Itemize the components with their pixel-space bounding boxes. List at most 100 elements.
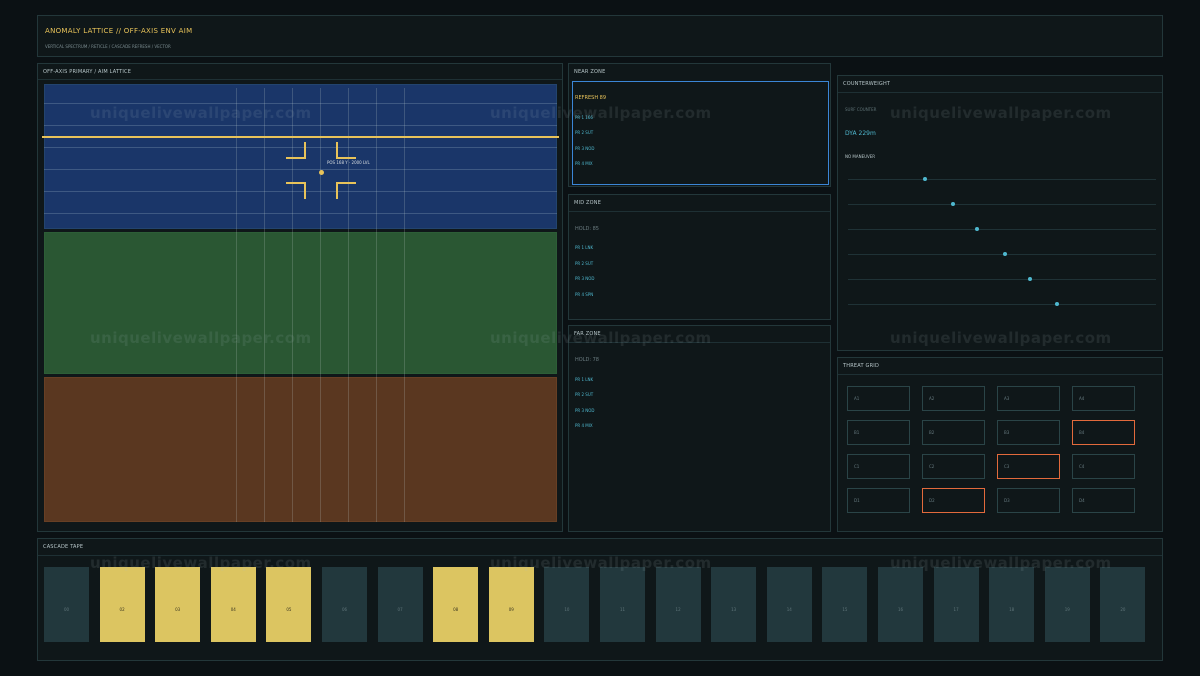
threat-cell[interactable]: C4 [1072,454,1135,479]
list-item[interactable]: PR 1 166 [575,115,593,120]
list-item[interactable]: PR 2 SUT [575,130,593,135]
threat-cell[interactable]: B2 [922,420,985,445]
threat-cell-label: B1 [854,430,860,435]
threat-cell[interactable]: C2 [922,454,985,479]
cascade-tile[interactable]: 19 [1044,567,1090,642]
counterweight-label: SURF COUNTER [845,107,877,112]
cascade-tile-label: 10 [564,607,570,612]
panel-title: OFF-AXIS PRIMARY / AIM LATTICE [43,69,132,75]
list-item[interactable]: PR 4 SPN [575,292,593,297]
threat-cell[interactable]: A4 [1072,386,1135,411]
cascade-tile-label: 09 [508,607,514,612]
threat-cell-label: C4 [1079,464,1085,469]
panel-title: MID ZONE [574,200,602,206]
reticle-center-dot[interactable] [319,170,324,175]
grid-line-v [320,88,321,522]
cascade-tile-label: 17 [953,607,959,612]
near-zone-panel: NEAR ZONE REFRESH 89 PR 1 166 PR 2 SUT P… [568,63,831,187]
list-item[interactable]: PR 3 NOD [575,408,595,413]
cascade-tile[interactable]: 06 [322,567,367,642]
reticle-corner-br [336,182,356,199]
threat-cell[interactable]: D2 [922,488,985,513]
threat-cell[interactable]: B3 [997,420,1060,445]
cascade-tile-label: 06 [341,607,348,612]
cascade-tile[interactable]: 18 [989,567,1035,642]
grid-line-h [44,169,557,170]
cascade-tile-label: 19 [1064,607,1070,612]
grid-line-v [376,88,377,522]
app-title: ANOMALY LATTICE // OFF-AXIS ENV AIM [45,27,193,35]
far-zone-panel: FAR ZONE HOLD: 78 PR 1 LNK PR 2 SUT PR 3… [568,325,831,532]
cascade-tile[interactable]: 20 [1100,567,1146,642]
cascade-tile[interactable]: 11 [600,567,645,642]
cascade-tile[interactable]: 12 [655,567,701,642]
cascade-tile[interactable]: 13 [711,567,757,642]
list-item[interactable]: PR 1 LNK [575,245,593,250]
cascade-tape-panel: CASCADE TAPE 00 02 03 04 05 06 07 08 09 10 11 12 13 1… [37,538,1163,661]
cascade-tile-label: 08 [453,607,459,612]
cascade-tile[interactable]: 10 [544,567,590,642]
far-band[interactable] [44,377,557,522]
counterweight-marker[interactable] [1003,252,1008,256]
far-zone-status: HOLD: 78 [575,357,599,363]
list-item[interactable]: PR 3 NOD [575,276,595,281]
counterweight-marker[interactable] [923,177,927,181]
counterweight-marker[interactable] [975,227,980,231]
cascade-tile[interactable]: 08 [433,567,479,642]
cascade-tile-label: 07 [397,607,403,612]
threat-cell[interactable]: D4 [1072,488,1135,513]
cascade-tile-label: 15 [842,607,848,612]
cascade-tile-label: 18 [1009,607,1015,612]
near-zone-selection[interactable] [572,81,829,185]
threat-cell[interactable]: C3 [997,454,1060,479]
threat-cell[interactable]: B4 [1072,420,1135,445]
cascade-tile-label: 16 [897,607,904,612]
cascade-tile-label: 11 [619,607,626,612]
cascade-tile[interactable]: 09 [488,567,534,642]
list-item[interactable]: PR 4 MIX [575,423,593,428]
cascade-tile[interactable]: 03 [155,567,201,642]
cascade-tile-label: 02 [119,607,125,612]
cascade-tile[interactable]: 14 [766,567,812,642]
panel-title: COUNTERWEIGHT [843,81,891,87]
aim-readout: POS 168 Y · 2000 LVL [327,160,370,165]
cascade-tile[interactable]: 02 [99,567,145,642]
list-item[interactable]: PR 2 SUT [575,392,593,397]
threat-grid-panel: THREAT GRID A1 A2 A3 A4 B1 B2 B3 B4 C1 C2 C3 C4 D1 D2… [837,357,1163,532]
counterweight-marker[interactable] [1055,302,1060,306]
grid-line-v [404,88,405,522]
threat-cell[interactable]: C1 [847,454,910,479]
mid-band[interactable] [44,232,557,374]
list-item[interactable]: PR 3 NOD [575,146,595,151]
cascade-tile[interactable]: 00 [44,567,89,642]
aim-lattice[interactable]: POS 168 Y · 2000 LVL [42,84,559,526]
threat-cell[interactable]: D3 [997,488,1060,513]
threat-cell-label: C3 [1004,464,1010,469]
cascade-tile[interactable]: 15 [822,567,868,642]
list-item[interactable]: PR 1 LNK [575,377,593,382]
threat-cell[interactable]: A1 [847,386,910,411]
counterweight-panel: COUNTERWEIGHT SURF COUNTER DYA 229m NO M… [837,75,1163,351]
threat-cell-label: B4 [1079,430,1085,435]
counterweight-status: NO MANEUVER [845,154,876,159]
threat-cell[interactable]: A2 [922,386,985,411]
counterweight-marker[interactable] [950,202,955,206]
threat-cell[interactable]: B1 [847,420,910,445]
reticle-corner-bl [286,182,306,199]
cascade-tile[interactable]: 05 [266,567,312,642]
cascade-tile[interactable]: 17 [933,567,979,642]
threat-cell[interactable]: A3 [997,386,1060,411]
cascade-tile[interactable]: 07 [377,567,423,642]
list-item[interactable]: PR 4 MIX [575,161,593,166]
aim-lattice-panel: OFF-AXIS PRIMARY / AIM LATTICE POS 168 Y… [37,63,563,532]
counterweight-marker[interactable] [1027,277,1032,281]
cascade-tile[interactable]: 16 [878,567,923,642]
panel-title: FAR ZONE [574,331,601,337]
breadcrumb[interactable]: VERTICAL SPECTRUM / RETICLE / CASCADE RE… [45,44,171,49]
grid-line-h [44,125,557,126]
list-item[interactable]: PR 2 SUT [575,261,593,266]
threat-cell[interactable]: D1 [847,488,910,513]
counterweight-line [848,279,1156,280]
threat-cell-label: B2 [929,430,935,435]
cascade-tile[interactable]: 04 [210,567,256,642]
